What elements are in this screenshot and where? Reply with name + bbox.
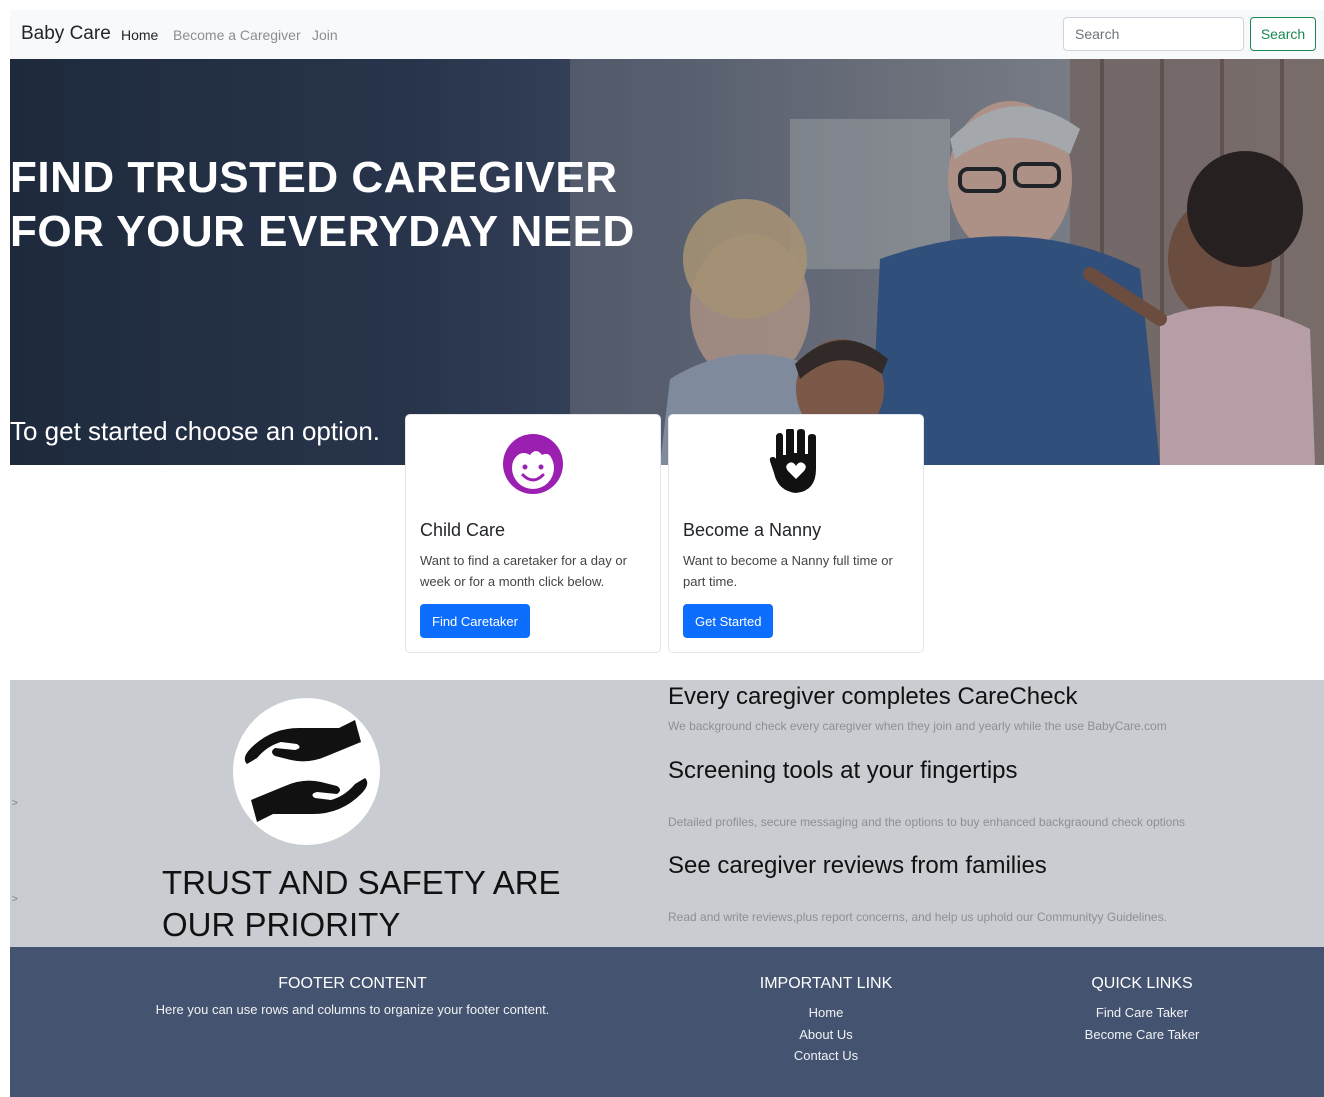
footer-quick-column: QUICK LINKS Find Care Taker Become Care … — [1042, 975, 1242, 1045]
carousel-next-caret[interactable]: > — [12, 894, 18, 905]
footer-link-contact[interactable]: Contact Us — [726, 1045, 926, 1067]
hero-subtitle: To get started choose an option. — [10, 416, 381, 446]
footer-quick-heading: QUICK LINKS — [1091, 975, 1193, 992]
nav-home-link[interactable]: Home — [121, 27, 158, 43]
hero-family-image — [10, 59, 1324, 465]
become-nanny-card: Become a Nanny Want to become a Nanny fu… — [668, 414, 924, 653]
feature-description: Read and write reviews,plus report conce… — [668, 910, 1167, 924]
feature-title: Screening tools at your fingertips — [668, 757, 1018, 784]
child-care-card: Child Care Want to find a caretaker for … — [405, 414, 661, 653]
navbar: Baby Care Home Become a Caregiver Join S… — [10, 10, 1324, 59]
feature-reviews: See caregiver reviews from families Read… — [668, 852, 1167, 924]
get-started-button[interactable]: Get Started — [683, 604, 774, 638]
brand-logo[interactable]: Baby Care — [21, 23, 111, 45]
hero-banner: FIND TRUSTED CAREGIVER FOR YOUR EVERYDAY… — [10, 59, 1324, 465]
feature-title: Every caregiver completes CareCheck — [668, 683, 1078, 710]
footer-important-column: IMPORTANT LINK Home About Us Contact Us — [726, 975, 926, 1067]
footer-content-column: FOOTER CONTENT Here you can use rows and… — [105, 975, 600, 1017]
footer-link-become-care-taker[interactable]: Become Care Taker — [1042, 1024, 1242, 1046]
find-caretaker-button[interactable]: Find Caretaker — [420, 604, 530, 638]
feature-description: Detailed profiles, secure messaging and … — [668, 815, 1186, 829]
feature-description: We background check every caregiver when… — [668, 719, 1167, 733]
nav-join-link[interactable]: Join — [312, 27, 338, 43]
caring-hands-icon — [233, 698, 380, 845]
child-face-icon — [503, 434, 563, 494]
footer-link-home[interactable]: Home — [726, 1002, 926, 1024]
feature-screening-tools: Screening tools at your fingertips Detai… — [668, 757, 1185, 829]
page: Baby Care Home Become a Caregiver Join S… — [0, 0, 1324, 1097]
feature-carecheck: Every caregiver completes CareCheck We b… — [668, 683, 1167, 733]
search-button[interactable]: Search — [1250, 17, 1316, 51]
footer: FOOTER CONTENT Here you can use rows and… — [10, 947, 1324, 1097]
footer-link-find-care-taker[interactable]: Find Care Taker — [1042, 1002, 1242, 1024]
footer-content-heading: FOOTER CONTENT — [278, 975, 427, 992]
footer-content-text: Here you can use rows and columns to org… — [155, 1002, 550, 1017]
carousel-prev-caret[interactable]: > — [12, 798, 18, 809]
nav-become-caregiver-link[interactable]: Become a Caregiver — [173, 27, 301, 43]
trust-heading: TRUST AND SAFETY ARE OUR PRIORITY — [162, 864, 561, 943]
become-nanny-title: Become a Nanny — [683, 520, 822, 540]
child-care-title: Child Care — [420, 520, 506, 540]
footer-important-heading: IMPORTANT LINK — [759, 975, 893, 992]
trust-safety-section: TRUST AND SAFETY ARE OUR PRIORITY > > Ev… — [10, 680, 1324, 947]
hand-heart-icon — [769, 429, 816, 493]
hero-title: FIND TRUSTED CAREGIVER FOR YOUR EVERYDAY… — [10, 153, 635, 256]
become-nanny-text: Want to become a Nanny full time or part… — [683, 553, 893, 589]
child-care-text: Want to find a caretaker for a day or we… — [420, 553, 627, 589]
search-input[interactable] — [1063, 17, 1244, 51]
footer-link-about[interactable]: About Us — [726, 1024, 926, 1046]
feature-title: See caregiver reviews from families — [668, 852, 1047, 879]
